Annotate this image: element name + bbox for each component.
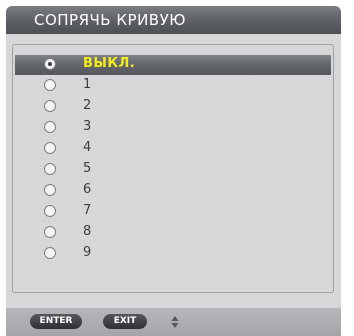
option-item-2[interactable]: 2 (15, 97, 331, 117)
options-list: ВЫКЛ. 1 2 3 4 5 6 7 8 9 (12, 44, 334, 293)
button-guide-bar: ENTER EXIT (6, 308, 341, 336)
option-label: 4 (83, 140, 92, 155)
option-item-6[interactable]: 6 (15, 181, 331, 201)
option-item-1[interactable]: 1 (15, 76, 331, 96)
radio-button-icon[interactable] (44, 121, 56, 133)
option-label: 3 (83, 119, 92, 134)
title-bar: СОПРЯЧЬ КРИВУЮ (6, 6, 341, 34)
up-down-arrow-icon (171, 316, 179, 328)
option-label: ВЫКЛ. (83, 56, 136, 71)
option-item-3[interactable]: 3 (15, 118, 331, 138)
enter-button[interactable]: ENTER (30, 314, 82, 329)
exit-button[interactable]: EXIT (103, 314, 147, 329)
radio-button-icon[interactable] (44, 58, 56, 70)
radio-selected-dot (48, 62, 52, 66)
option-item-off[interactable]: ВЫКЛ. (15, 55, 331, 75)
menu-title: СОПРЯЧЬ КРИВУЮ (34, 11, 186, 29)
radio-button-icon[interactable] (44, 142, 56, 154)
option-label: 5 (83, 161, 92, 176)
option-item-7[interactable]: 7 (15, 202, 331, 222)
radio-button-icon[interactable] (44, 79, 56, 91)
option-label: 1 (83, 77, 92, 92)
option-label: 2 (83, 98, 92, 113)
radio-button-icon[interactable] (44, 205, 56, 217)
radio-button-icon[interactable] (44, 226, 56, 238)
option-label: 6 (83, 182, 92, 197)
radio-button-icon[interactable] (44, 100, 56, 112)
option-label: 7 (83, 203, 92, 218)
option-item-8[interactable]: 8 (15, 223, 331, 243)
radio-button-icon[interactable] (44, 163, 56, 175)
option-item-4[interactable]: 4 (15, 139, 331, 159)
option-label: 9 (83, 245, 92, 260)
option-item-5[interactable]: 5 (15, 160, 331, 180)
radio-button-icon[interactable] (44, 184, 56, 196)
menu-body: ВЫКЛ. 1 2 3 4 5 6 7 8 9 (6, 34, 341, 308)
radio-button-icon[interactable] (44, 247, 56, 259)
option-item-9[interactable]: 9 (15, 244, 331, 264)
option-label: 8 (83, 224, 92, 239)
osd-menu: СОПРЯЧЬ КРИВУЮ ВЫКЛ. 1 2 3 4 5 6 7 8 9 E… (0, 0, 354, 336)
